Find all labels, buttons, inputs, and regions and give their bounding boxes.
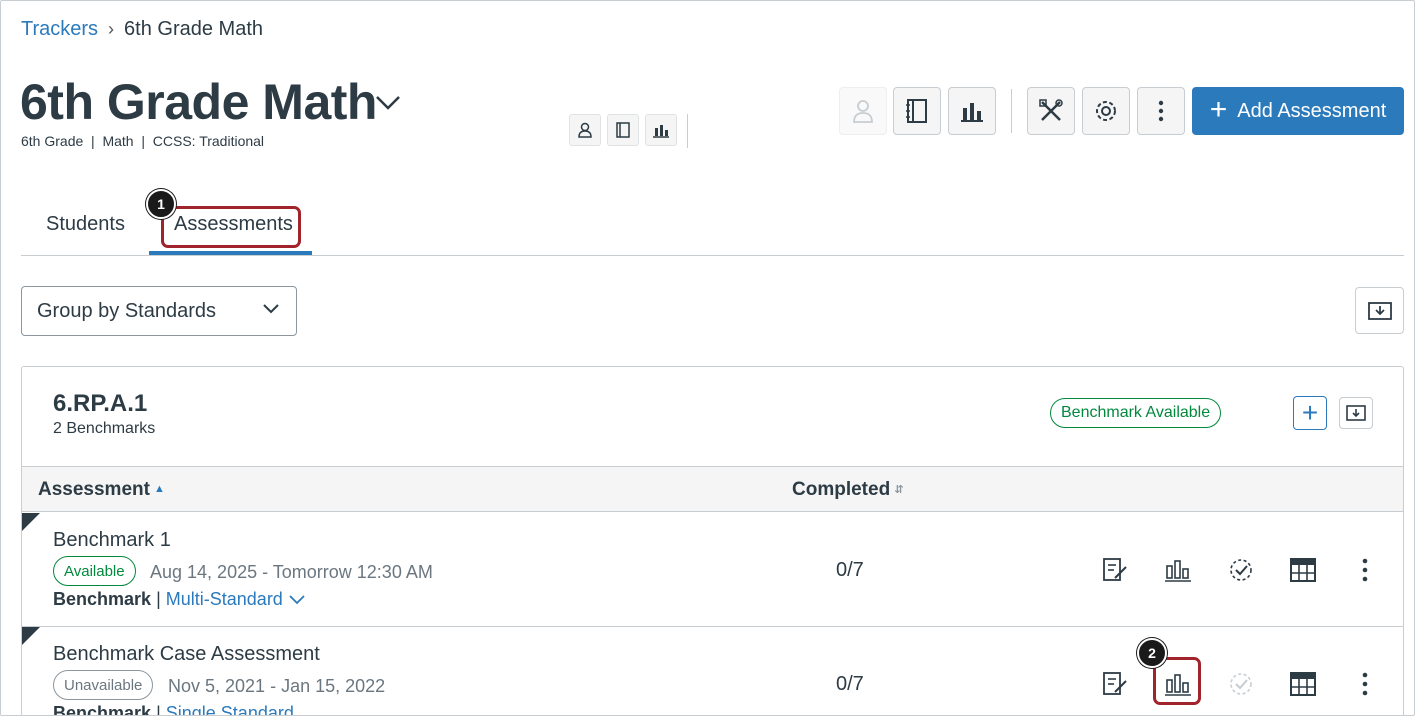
bar-chart-icon[interactable] xyxy=(645,114,677,146)
add-benchmark-button[interactable]: + xyxy=(1293,396,1327,430)
row-corner-marker xyxy=(22,627,40,645)
assessment-dates: Nov 5, 2021 - Jan 15, 2022 xyxy=(168,676,386,696)
mini-view-icons xyxy=(569,114,677,146)
chevron-down-icon xyxy=(289,595,305,605)
standard-title: 6.RP.A.1 xyxy=(53,390,148,417)
assessment-type: Benchmark | Multi-Standard xyxy=(53,589,306,610)
table-header: Assessment ▲ Completed ⇵ xyxy=(22,466,1403,512)
callout-badge: 2 xyxy=(1137,638,1167,668)
card-export-button[interactable] xyxy=(1339,397,1373,429)
mastery-check-icon[interactable] xyxy=(1226,555,1256,585)
tracker-subtitle: 6th Grade | Math | CCSS: Traditional xyxy=(21,133,265,149)
group-by-value: Group by Standards xyxy=(37,299,216,322)
tools-button[interactable] xyxy=(1027,87,1075,135)
column-header-assessment[interactable]: Assessment ▲ xyxy=(38,479,165,501)
edit-assessment-icon[interactable] xyxy=(1100,669,1130,699)
breadcrumb-trackers-link[interactable]: Trackers xyxy=(21,18,98,41)
callout-highlight-assessments-tab xyxy=(161,206,301,248)
standard-label: Single Standard xyxy=(165,703,294,716)
standard-toggle[interactable]: Multi-Standard xyxy=(166,589,306,609)
report-icon[interactable] xyxy=(1163,555,1193,585)
more-options-icon[interactable] xyxy=(1350,669,1380,699)
assessment-type: Benchmark | Single Standard xyxy=(53,703,294,716)
assessment-type-label: Benchmark xyxy=(53,703,152,716)
assessment-name[interactable]: Benchmark Case Assessment xyxy=(53,643,320,666)
notebook-icon[interactable] xyxy=(607,114,639,146)
status-badge: Available xyxy=(53,556,136,586)
benchmark-available-badge: Benchmark Available xyxy=(1050,398,1222,428)
assessment-type-label: Benchmark xyxy=(53,589,152,609)
chevron-down-icon[interactable] xyxy=(373,87,403,117)
row-corner-marker xyxy=(22,513,40,531)
breadcrumb-current: 6th Grade Math xyxy=(124,18,264,40)
completed-count: 0/7 xyxy=(836,673,864,695)
chevron-down-icon xyxy=(261,298,281,324)
reports-button[interactable] xyxy=(948,87,996,135)
group-by-select[interactable]: Group by Standards xyxy=(21,286,297,336)
breadcrumb-chevron-icon: › xyxy=(108,19,115,39)
separator: | xyxy=(156,589,161,609)
standard-subtitle: 2 Benchmarks xyxy=(53,420,156,437)
export-button[interactable] xyxy=(1355,287,1404,334)
standard-toggle-label: Multi-Standard xyxy=(165,589,283,609)
breadcrumb: Trackers › 6th Grade Math xyxy=(21,18,263,41)
callout-badge: 1 xyxy=(146,189,176,219)
settings-button[interactable] xyxy=(1082,87,1130,135)
gradebook-button[interactable] xyxy=(893,87,941,135)
edit-assessment-icon[interactable] xyxy=(1100,555,1130,585)
assessment-dates: Aug 14, 2025 - Tomorrow 12:30 AM xyxy=(150,562,433,582)
separator: | xyxy=(156,703,161,716)
divider xyxy=(687,114,688,148)
divider xyxy=(1011,89,1012,133)
active-tab-indicator xyxy=(149,251,312,255)
completed-count: 0/7 xyxy=(836,559,864,581)
mastery-check-icon xyxy=(1226,669,1256,699)
tab-students[interactable]: Students xyxy=(46,213,125,236)
status-badge: Unavailable xyxy=(53,670,154,700)
more-options-icon[interactable] xyxy=(1350,555,1380,585)
table-grid-icon[interactable] xyxy=(1288,555,1318,585)
page-frame: Trackers › 6th Grade Math 6th Grade Math… xyxy=(0,0,1415,716)
plus-icon: + xyxy=(1209,92,1228,126)
sort-icon: ⇵ xyxy=(894,484,904,496)
column-header-assessment-label: Assessment xyxy=(38,479,150,500)
student-view-icon[interactable] xyxy=(569,114,601,146)
page-title: 6th Grade Math xyxy=(20,74,377,130)
assessment-name[interactable]: Benchmark 1 xyxy=(53,529,171,552)
table-grid-icon[interactable] xyxy=(1288,669,1318,699)
sort-ascending-icon: ▲ xyxy=(153,483,165,495)
student-view-button[interactable] xyxy=(839,87,887,135)
column-header-completed-label: Completed xyxy=(792,479,891,500)
more-options-button[interactable] xyxy=(1137,87,1185,135)
column-header-completed[interactable]: Completed ⇵ xyxy=(792,479,903,501)
add-assessment-button[interactable]: + Add Assessment xyxy=(1192,87,1404,135)
add-assessment-label: Add Assessment xyxy=(1237,99,1387,122)
table-row: Benchmark 1 Available Aug 14, 2025 - Tom… xyxy=(22,513,1403,627)
